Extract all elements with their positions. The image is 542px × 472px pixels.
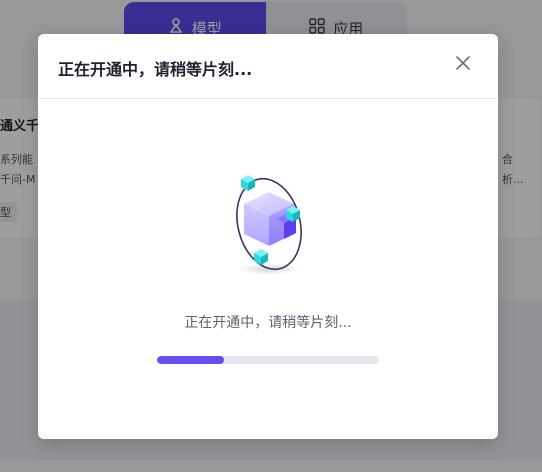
close-button[interactable] bbox=[454, 54, 472, 72]
status-text: 正在开通中，请稍等片刻... bbox=[184, 315, 352, 331]
cube-network-icon bbox=[224, 171, 314, 281]
modal-title: 正在开通中，请稍等片刻... bbox=[58, 60, 253, 79]
modal-header: 正在开通中，请稍等片刻... bbox=[38, 34, 498, 99]
activation-modal: 正在开通中，请稍等片刻... 正在开通中，请稍等片刻... bbox=[38, 34, 498, 439]
progress-bar bbox=[157, 356, 379, 364]
close-icon bbox=[456, 56, 470, 70]
progress-fill bbox=[157, 356, 224, 364]
